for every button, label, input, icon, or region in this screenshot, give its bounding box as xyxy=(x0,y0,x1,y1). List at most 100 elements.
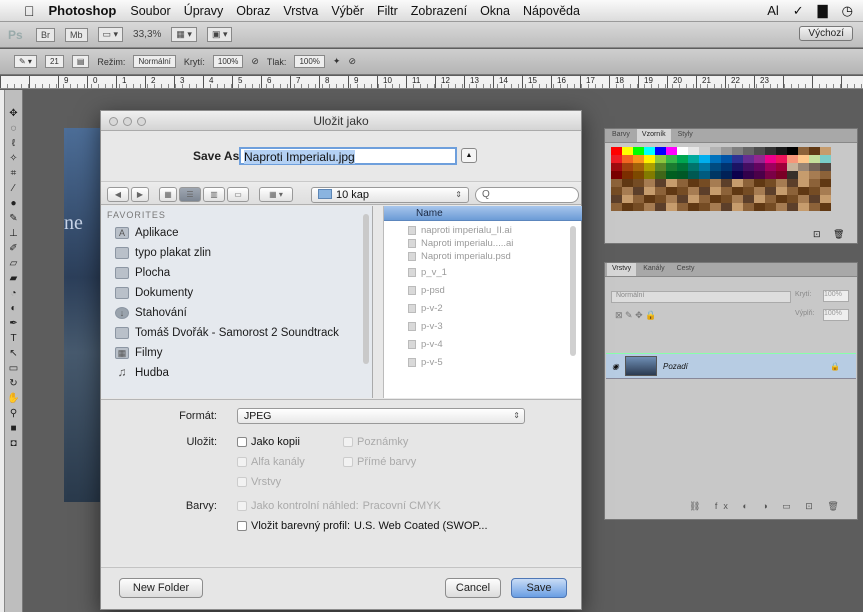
swatch[interactable] xyxy=(743,203,754,211)
swatch[interactable] xyxy=(721,187,732,195)
swatch[interactable] xyxy=(699,203,710,211)
sidebar-item-dokumenty[interactable]: Dokumenty xyxy=(115,284,193,302)
tab-vzornik[interactable]: Vzorník xyxy=(636,129,671,142)
swatch[interactable] xyxy=(743,163,754,171)
embed-profile-checkbox[interactable]: Vložit barevný profil: U.S. Web Coated (S… xyxy=(237,520,488,532)
file-row[interactable]: p-v-2 xyxy=(384,302,582,315)
swatch[interactable] xyxy=(633,155,644,163)
swatch[interactable] xyxy=(611,171,622,179)
swatch[interactable] xyxy=(787,187,798,195)
swatch[interactable] xyxy=(820,155,831,163)
swatch[interactable] xyxy=(677,147,688,155)
swatch[interactable] xyxy=(710,203,721,211)
coverflow-view-button[interactable]: ▭ xyxy=(227,187,249,202)
swatch[interactable] xyxy=(710,147,721,155)
menu-obraz[interactable]: Obraz xyxy=(236,4,270,18)
swatch[interactable] xyxy=(765,147,776,155)
swatch[interactable] xyxy=(644,203,655,211)
expand-button[interactable]: ▲ xyxy=(461,148,477,163)
sidebar-item-aplikace[interactable]: A Aplikace xyxy=(115,224,178,242)
layer-actions[interactable]: ⛓ fx ◐ ◑ ▭ ⊡ 🗑 xyxy=(689,501,845,512)
swatch[interactable] xyxy=(809,147,820,155)
swatch[interactable] xyxy=(655,147,666,155)
swatch[interactable] xyxy=(699,187,710,195)
swatch[interactable] xyxy=(798,179,809,187)
swatch[interactable] xyxy=(622,147,633,155)
new-folder-button[interactable]: New Folder xyxy=(119,578,203,598)
file-row[interactable]: p-v-4 xyxy=(384,338,582,351)
swatch[interactable] xyxy=(633,187,644,195)
swatch[interactable] xyxy=(710,155,721,163)
swatch[interactable] xyxy=(633,171,644,179)
swatch[interactable] xyxy=(699,171,710,179)
notes-checkbox[interactable]: Poznámky xyxy=(343,436,408,448)
swatch[interactable] xyxy=(622,195,633,203)
swatch[interactable] xyxy=(765,203,776,211)
arrange-documents-button[interactable]: ▦ ▾ xyxy=(171,27,197,42)
swatch[interactable] xyxy=(776,203,787,211)
swatch[interactable] xyxy=(765,187,776,195)
swatch[interactable] xyxy=(820,179,831,187)
marquee-tool-icon[interactable]: ◌ xyxy=(11,123,17,134)
pressure-size-icon[interactable]: ⊘ xyxy=(348,56,356,67)
swatch[interactable] xyxy=(776,187,787,195)
swatch[interactable] xyxy=(710,163,721,171)
swatch[interactable] xyxy=(611,155,622,163)
forward-button[interactable]: ▶ xyxy=(131,187,149,202)
display-icon[interactable]: ▇ xyxy=(818,3,828,19)
dodge-tool-icon[interactable]: ◐ xyxy=(10,303,16,314)
swatch[interactable] xyxy=(820,203,831,211)
swatch[interactable] xyxy=(754,195,765,203)
swatch[interactable] xyxy=(655,155,666,163)
swatch[interactable] xyxy=(666,187,677,195)
view-extras-button[interactable]: ▭ ▾ xyxy=(97,27,124,42)
file-row[interactable]: p_v_1 xyxy=(384,266,582,279)
swatch[interactable] xyxy=(809,195,820,203)
swatch[interactable] xyxy=(699,179,710,187)
swatch[interactable] xyxy=(699,147,710,155)
apple-icon[interactable]:  xyxy=(24,3,35,19)
swatch[interactable] xyxy=(798,195,809,203)
tab-cesty[interactable]: Cesty xyxy=(672,263,700,276)
swatch[interactable] xyxy=(732,203,743,211)
swatch[interactable] xyxy=(809,171,820,179)
swatch[interactable] xyxy=(798,203,809,211)
alpha-channels-checkbox[interactable]: Alfa kanály xyxy=(237,456,305,468)
swatch[interactable] xyxy=(622,203,633,211)
swatch[interactable] xyxy=(743,147,754,155)
swatch[interactable] xyxy=(765,155,776,163)
swatch[interactable] xyxy=(666,171,677,179)
zoom-level[interactable]: 33,3% xyxy=(133,29,161,40)
swatch[interactable] xyxy=(677,187,688,195)
swatch[interactable] xyxy=(732,195,743,203)
swatch[interactable] xyxy=(655,187,666,195)
tab-styly[interactable]: Styly xyxy=(673,129,698,142)
swatch[interactable] xyxy=(787,195,798,203)
swatch[interactable] xyxy=(776,147,787,155)
minibridge-button[interactable]: Mb xyxy=(65,27,88,42)
swatch[interactable] xyxy=(820,195,831,203)
back-button[interactable]: ◀ xyxy=(107,187,129,202)
bridge-button[interactable]: Br xyxy=(36,27,55,42)
swatch[interactable] xyxy=(622,171,633,179)
swatch[interactable] xyxy=(754,147,765,155)
swatch[interactable] xyxy=(754,179,765,187)
workspace-button[interactable]: Výchozí xyxy=(799,26,853,41)
filename-input[interactable]: Naproti Imperialu.jpg xyxy=(239,147,457,165)
swatch[interactable] xyxy=(710,179,721,187)
close-icon[interactable] xyxy=(109,117,118,126)
swatch[interactable] xyxy=(644,187,655,195)
menu-napoveda[interactable]: Nápověda xyxy=(523,4,580,18)
menu-okna[interactable]: Okna xyxy=(480,4,510,18)
swatch[interactable] xyxy=(677,179,688,187)
list-view-button[interactable]: ☰ xyxy=(179,187,201,202)
path-select-tool-icon[interactable]: ↖ xyxy=(9,348,17,359)
spot-colors-checkbox[interactable]: Přímé barvy xyxy=(343,456,416,468)
swatch[interactable] xyxy=(765,179,776,187)
move-tool-icon[interactable]: ✥ xyxy=(9,108,17,119)
airbrush-icon[interactable]: ✦ xyxy=(333,56,341,67)
menu-zobrazeni[interactable]: Zobrazení xyxy=(411,4,467,18)
swatch[interactable] xyxy=(754,187,765,195)
crop-tool-icon[interactable]: ⌗ xyxy=(11,168,17,179)
swatch[interactable] xyxy=(743,179,754,187)
